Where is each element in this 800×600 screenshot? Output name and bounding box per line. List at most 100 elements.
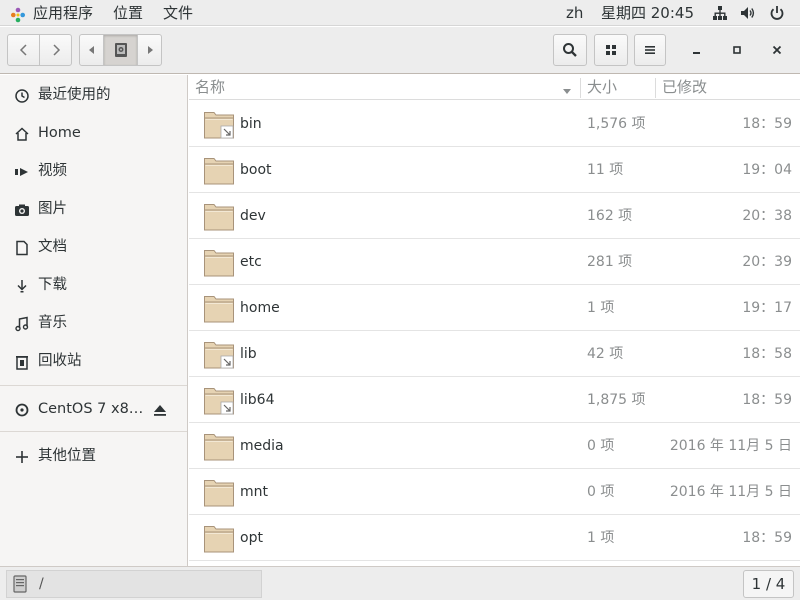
file-size: 162 项 (587, 208, 633, 224)
column-size-header[interactable]: 大小 (587, 75, 617, 99)
file-modified: 20：38 (742, 208, 792, 224)
close-button[interactable] (761, 34, 793, 66)
folder-icon (203, 522, 235, 554)
file-size: 1,875 项 (587, 392, 646, 408)
file-size: 0 项 (587, 484, 615, 500)
folder-link-icon (203, 338, 235, 370)
path-root-button[interactable] (103, 34, 138, 66)
file-row[interactable]: home 1 项 19：17 (189, 285, 800, 331)
recent-icon (14, 88, 30, 104)
file-name: etc (240, 254, 262, 270)
file-size: 1 项 (587, 530, 615, 546)
trash-icon (14, 354, 30, 370)
file-name: opt (240, 530, 263, 546)
camera-icon (14, 202, 30, 218)
column-divider (655, 78, 656, 98)
file-modified: 19：04 (742, 162, 792, 178)
view-grid-button[interactable] (594, 34, 628, 66)
drive-icon (114, 43, 127, 57)
back-button[interactable] (7, 34, 40, 66)
header-bar (0, 27, 800, 74)
input-language-indicator[interactable]: zh (566, 0, 583, 26)
hamburger-menu-icon (645, 46, 655, 54)
column-name-header[interactable]: 名称 (195, 75, 225, 99)
file-row[interactable]: opt 1 项 18：59 (189, 515, 800, 561)
location-path: / (39, 576, 44, 592)
clock[interactable]: 星期四 20:45 (601, 0, 694, 26)
file-size: 0 项 (587, 438, 615, 454)
sidebar-item-label: 下载 (38, 277, 67, 293)
folder-icon (203, 246, 235, 278)
file-size: 1,576 项 (587, 116, 646, 132)
files-menu[interactable]: 文件 (153, 0, 203, 26)
sidebar-item-home[interactable]: Home (0, 115, 187, 151)
menu-button[interactable] (634, 34, 666, 66)
forward-button[interactable] (39, 34, 72, 66)
column-header: 名称 大小 已修改 (189, 75, 800, 100)
sidebar: 最近使用的 Home 视频 图片 文档 下载 音乐 回收站 CentOS 7 x… (0, 75, 188, 566)
folder-icon (203, 200, 235, 232)
location-bar[interactable]: / (6, 570, 262, 598)
file-name: media (240, 438, 284, 454)
file-row[interactable]: lib 42 项 18：58 (189, 331, 800, 377)
sidebar-item-downloads[interactable]: 下载 (0, 267, 187, 303)
file-size: 11 项 (587, 162, 624, 178)
maximize-icon (733, 46, 741, 54)
folder-icon (203, 154, 235, 186)
maximize-button[interactable] (721, 34, 753, 66)
volume-icon[interactable] (740, 5, 756, 21)
sidebar-item-recent[interactable]: 最近使用的 (0, 77, 187, 113)
column-modified-header[interactable]: 已修改 (662, 75, 707, 99)
file-modified: 19：17 (742, 300, 792, 316)
sidebar-item-label: 文档 (38, 239, 67, 255)
sidebar-item-device[interactable]: CentOS 7 x8… (0, 391, 187, 427)
status-bar: / 1 / 4 (0, 566, 800, 600)
file-row[interactable]: bin 1,576 项 18：59 (189, 101, 800, 147)
folder-icon (203, 430, 235, 462)
sidebar-item-documents[interactable]: 文档 (0, 229, 187, 265)
sidebar-item-trash[interactable]: 回收站 (0, 343, 187, 379)
sort-descending-icon (562, 83, 572, 94)
chevron-right-icon (52, 44, 60, 56)
file-row[interactable]: dev 162 项 20：38 (189, 193, 800, 239)
applications-menu[interactable]: 应用程序 (0, 0, 103, 26)
file-modified: 18：59 (742, 530, 792, 546)
file-row[interactable]: mnt 0 项 2016 年 11月 5 日 (189, 469, 800, 515)
sidebar-item-videos[interactable]: 视频 (0, 153, 187, 189)
file-row[interactable]: boot 11 项 19：04 (189, 147, 800, 193)
file-name: bin (240, 116, 262, 132)
file-modified: 2016 年 11月 5 日 (669, 484, 792, 500)
sidebar-item-other-locations[interactable]: 其他位置 (0, 438, 187, 474)
file-row[interactable]: etc 281 项 20：39 (189, 239, 800, 285)
file-name: home (240, 300, 280, 316)
search-button[interactable] (553, 34, 587, 66)
music-icon (14, 316, 30, 332)
file-modified: 18：59 (742, 116, 792, 132)
file-list: 名称 大小 已修改 bin 1,576 项 18：59 boot 11 项 19：04 de… (189, 75, 800, 566)
column-divider (580, 78, 581, 98)
disc-icon (14, 402, 30, 418)
minimize-button[interactable] (681, 34, 713, 66)
file-modified: 18：58 (742, 346, 792, 362)
file-modified: 20：39 (742, 254, 792, 270)
plus-icon (14, 449, 30, 465)
power-icon[interactable] (769, 5, 785, 21)
sidebar-item-label: 图片 (38, 201, 67, 217)
network-icon[interactable] (712, 5, 728, 21)
path-scroll-right-button[interactable] (137, 34, 162, 66)
places-menu[interactable]: 位置 (103, 0, 153, 26)
folder-icon (203, 476, 235, 508)
file-name: boot (240, 162, 272, 178)
triangle-left-icon (88, 46, 94, 54)
sidebar-item-label: CentOS 7 x8… (38, 401, 144, 417)
triangle-right-icon (147, 46, 153, 54)
sidebar-item-music[interactable]: 音乐 (0, 305, 187, 341)
sidebar-item-label: 回收站 (38, 353, 82, 369)
sidebar-item-pictures[interactable]: 图片 (0, 191, 187, 227)
sidebar-item-label: 最近使用的 (38, 87, 111, 103)
file-row[interactable]: media 0 项 2016 年 11月 5 日 (189, 423, 800, 469)
eject-icon[interactable] (152, 402, 168, 418)
file-modified: 18：59 (742, 392, 792, 408)
file-row[interactable]: lib64 1,875 项 18：59 (189, 377, 800, 423)
path-scroll-left-button[interactable] (79, 34, 104, 66)
